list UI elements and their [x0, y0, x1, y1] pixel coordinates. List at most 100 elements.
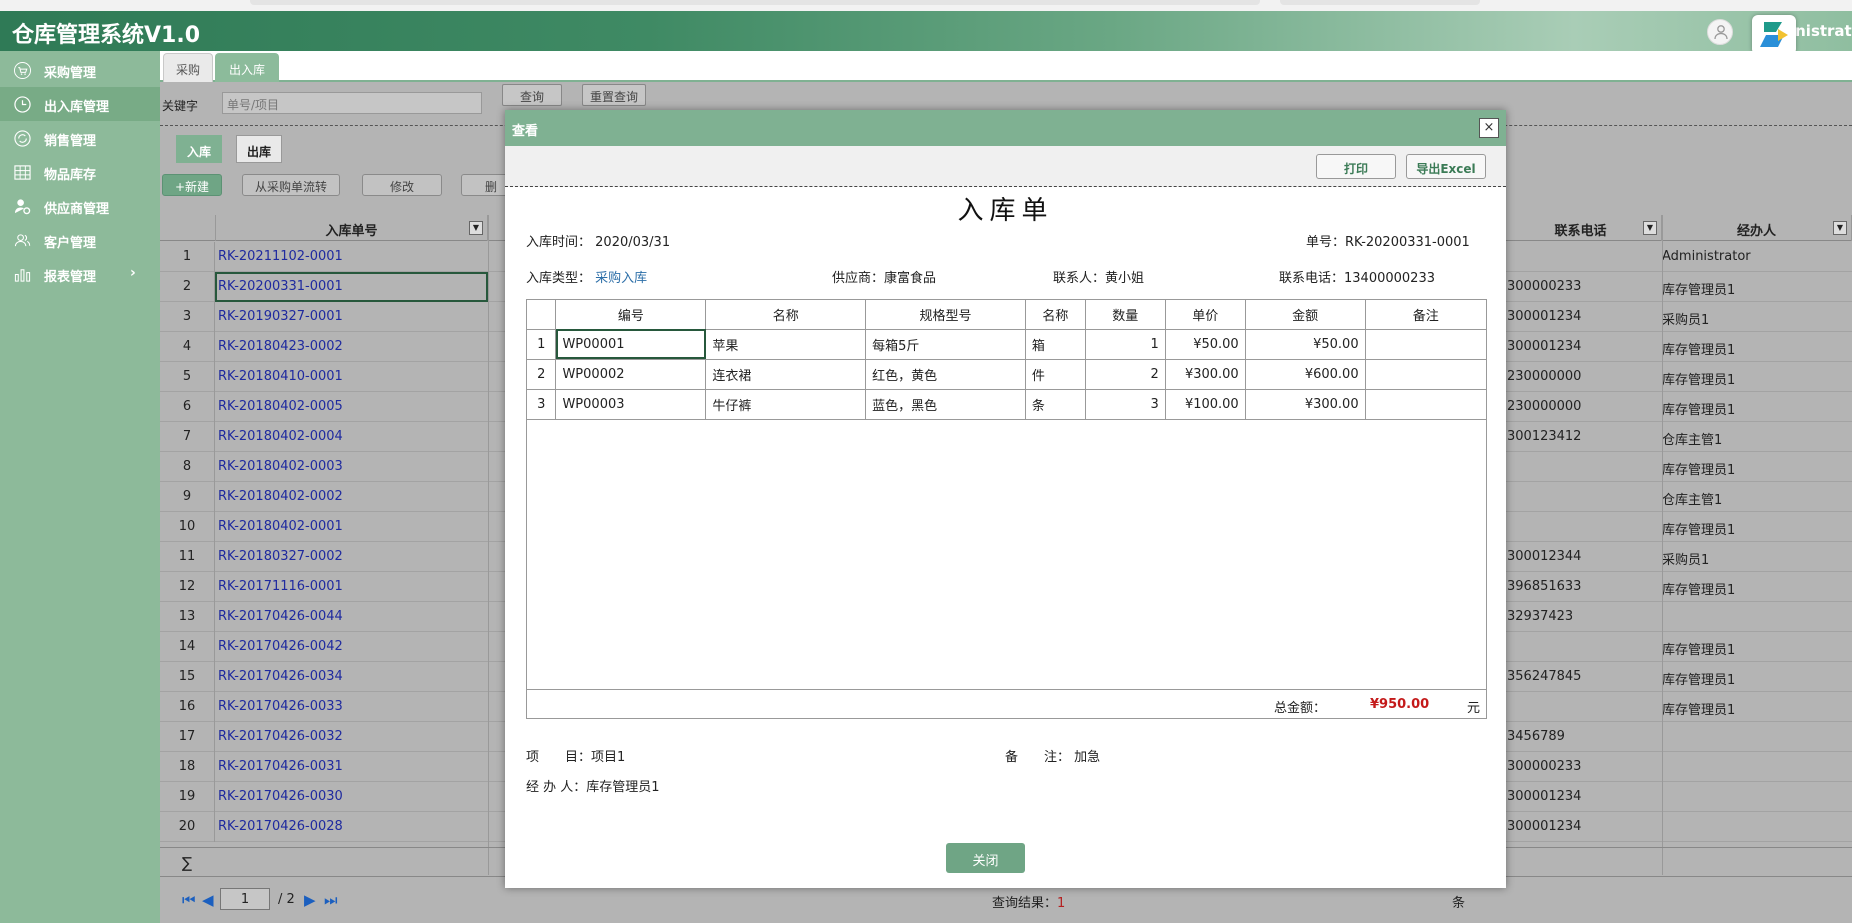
- order-code-link[interactable]: RK-20170426-0030: [218, 789, 343, 804]
- search-input[interactable]: 单号/项目: [222, 92, 482, 114]
- item-row[interactable]: 2 WP00002 连衣裙 红色，黄色件 2 ¥300.00 ¥600.00: [527, 359, 1486, 390]
- total-unit: 元: [1467, 701, 1481, 716]
- next-page-icon[interactable]: ▶: [304, 891, 316, 909]
- edit-button[interactable]: 修改: [362, 174, 442, 196]
- item-spec-cell: 红色，黄色: [865, 359, 1026, 390]
- sidebar-item-customer[interactable]: 客户管理: [0, 223, 160, 257]
- phone-cell: 300000233: [1507, 759, 1582, 774]
- sidebar-item-label: 销售管理: [44, 134, 97, 149]
- prev-page-icon[interactable]: ◀: [202, 891, 214, 909]
- order-code-link[interactable]: RK-20180402-0005: [218, 399, 343, 414]
- tab-inout[interactable]: 出入库: [215, 53, 279, 82]
- order-code-link[interactable]: RK-20170426-0042: [218, 639, 343, 654]
- order-code-link[interactable]: RK-20170426-0032: [218, 729, 343, 744]
- phone-cell: 300001234: [1507, 819, 1582, 834]
- agent-cell: 库存管理员1: [1662, 403, 1736, 418]
- order-code-link[interactable]: RK-20170426-0044: [218, 609, 343, 624]
- sidebar-item-purchase[interactable]: 采购管理: [0, 53, 160, 87]
- order-code-link[interactable]: RK-20180402-0003: [218, 459, 343, 474]
- browser-bar-segment: [1280, 0, 1480, 5]
- tab-out[interactable]: 出库: [236, 135, 282, 163]
- col-index: [527, 300, 557, 330]
- type-value-link[interactable]: 采购入库: [595, 271, 647, 286]
- sidebar-item-inventory[interactable]: 物品库存: [0, 155, 160, 189]
- order-code-link[interactable]: RK-20180410-0001: [218, 369, 343, 384]
- item-row[interactable]: 3 WP00003 牛仔裤 蓝色，黑色条 3 ¥100.00 ¥300.00: [527, 389, 1486, 420]
- first-page-icon[interactable]: ⏮: [182, 891, 196, 909]
- item-row[interactable]: 1 WP00001 苹果 每箱5斤箱 1 ¥50.00 ¥50.00: [527, 329, 1486, 360]
- item-unit-cell: 箱: [1025, 329, 1086, 360]
- row-number: 8: [160, 452, 215, 482]
- item-amount-cell: ¥300.00: [1245, 389, 1366, 420]
- item-price-cell: ¥100.00: [1165, 389, 1246, 420]
- sidebar-item-inout[interactable]: 出入库管理: [0, 87, 160, 121]
- order-code-link[interactable]: RK-20170426-0031: [218, 759, 343, 774]
- tab-purchase[interactable]: 采购: [163, 53, 213, 82]
- row-number: 20: [160, 812, 215, 842]
- item-price-cell: ¥300.00: [1165, 359, 1246, 390]
- column-header-phone[interactable]: 联系电话 ▼: [1500, 215, 1662, 241]
- close-icon[interactable]: ×: [1479, 118, 1499, 138]
- row-number: 14: [160, 632, 215, 662]
- tab-in[interactable]: 入库: [176, 135, 222, 163]
- column-dropdown-icon[interactable]: ▼: [1643, 221, 1657, 235]
- order-code-link[interactable]: RK-20190327-0001: [218, 309, 343, 324]
- sidebar-item-sales[interactable]: 销售管理: [0, 121, 160, 155]
- sidebar-item-supplier[interactable]: 供应商管理: [0, 189, 160, 223]
- column-dropdown-icon[interactable]: ▼: [469, 221, 483, 235]
- sum-symbol: ∑: [182, 854, 193, 872]
- last-page-icon[interactable]: ⏭: [324, 891, 338, 909]
- page-input[interactable]: 1: [220, 888, 270, 910]
- agent-cell: 采购员1: [1662, 313, 1710, 328]
- user-avatar-icon[interactable]: [1707, 19, 1733, 45]
- item-remark-cell: [1365, 389, 1486, 420]
- col-qty: 数量: [1085, 300, 1166, 330]
- address-bar: [250, 0, 1260, 5]
- sidebar-item-label: 采购管理: [44, 66, 97, 81]
- column-header-code[interactable]: 入库单号 ▼: [216, 215, 488, 241]
- order-code-link[interactable]: RK-20170426-0033: [218, 699, 343, 714]
- order-code-link[interactable]: RK-20180402-0004: [218, 429, 343, 444]
- print-button[interactable]: 打印: [1316, 154, 1396, 179]
- order-code-link[interactable]: RK-20170426-0034: [218, 669, 343, 684]
- row-number: 15: [160, 662, 215, 692]
- contact-phone: 联系电话：13400000233: [1279, 271, 1435, 286]
- row-number: 13: [160, 602, 215, 632]
- reset-query-button[interactable]: 重置查询: [582, 84, 646, 106]
- order-code-link[interactable]: RK-20211102-0001: [218, 249, 343, 264]
- new-button[interactable]: +新建: [162, 174, 222, 196]
- column-header-agent[interactable]: 经办人 ▼: [1662, 215, 1852, 241]
- phone-cell: 300001234: [1507, 309, 1582, 324]
- phone-cell: 300001234: [1507, 339, 1582, 354]
- total-label: 总金额：: [1274, 701, 1327, 716]
- order-code-link[interactable]: RK-20180402-0002: [218, 489, 343, 504]
- sidebar-item-reports[interactable]: 报表管理 ›: [0, 257, 160, 291]
- agent-cell: 库存管理员1: [1662, 343, 1736, 358]
- from-purchase-button[interactable]: 从采购单流转: [242, 174, 340, 196]
- close-button[interactable]: 关闭: [946, 843, 1025, 873]
- phone-cell: 32937423: [1507, 609, 1574, 624]
- query-button[interactable]: 查询: [502, 84, 562, 106]
- row-number: 7: [160, 422, 215, 452]
- col-remark: 备注: [1365, 300, 1486, 330]
- order-code-link[interactable]: RK-20180327-0002: [218, 549, 343, 564]
- item-index: 3: [527, 389, 557, 420]
- export-excel-button[interactable]: 导出Excel: [1406, 154, 1486, 179]
- phone-cell: 300123412: [1507, 429, 1582, 444]
- cart-icon: [14, 62, 31, 79]
- row-number: 3: [160, 302, 215, 332]
- column-dropdown-icon[interactable]: ▼: [1833, 221, 1847, 235]
- agent-cell: 库存管理员1: [1662, 373, 1736, 388]
- agent-cell: 仓库主管1: [1662, 433, 1723, 448]
- keyword-label: 关键字: [162, 99, 199, 113]
- sidebar-item-label: 供应商管理: [44, 202, 110, 217]
- order-code-link[interactable]: RK-20180423-0002: [218, 339, 343, 354]
- order-code-link[interactable]: RK-20171116-0001: [218, 579, 343, 594]
- order-code-link[interactable]: RK-20170426-0028: [218, 819, 343, 834]
- agent-cell: 库存管理员1: [1662, 583, 1736, 598]
- item-qty-cell: 3: [1085, 389, 1166, 420]
- column-header-label: 联系电话: [1554, 224, 1607, 239]
- stock-in-type: 入库类型： 采购入库: [526, 267, 647, 286]
- order-code-link[interactable]: RK-20180402-0001: [218, 519, 343, 534]
- user-settings-icon: [14, 199, 31, 215]
